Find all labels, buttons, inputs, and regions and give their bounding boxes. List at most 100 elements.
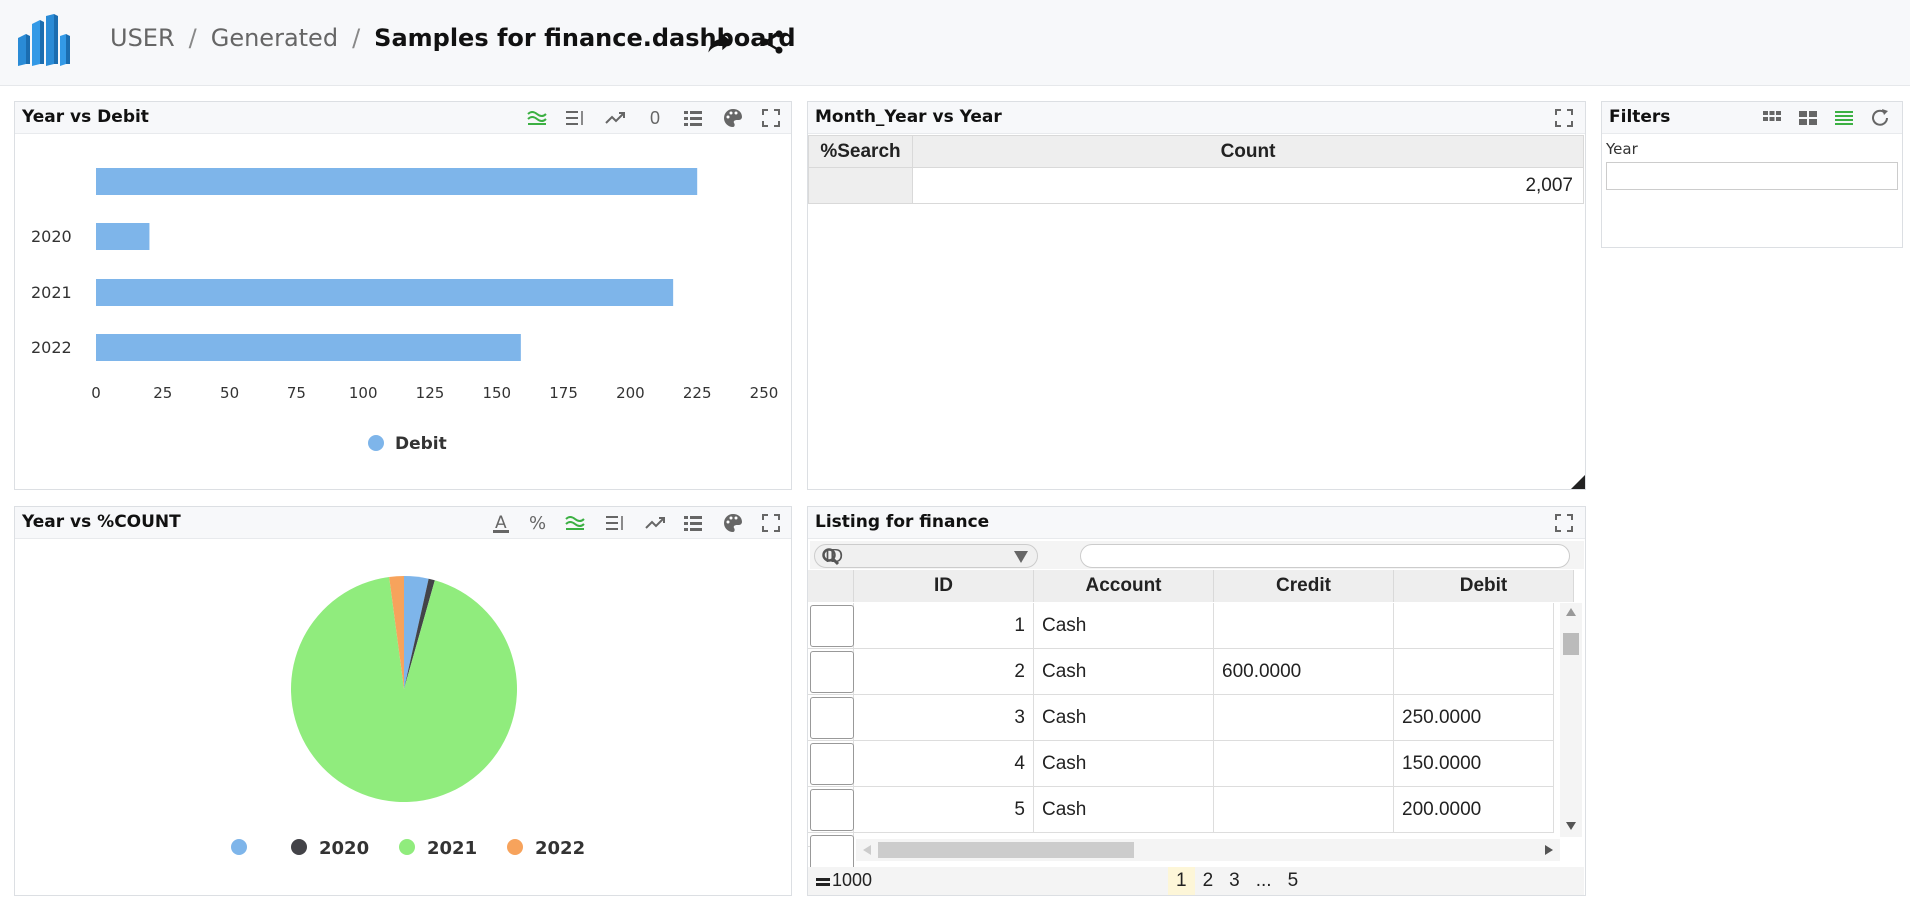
smooth-lines-icon[interactable] xyxy=(525,107,549,129)
listing-panel: Listing for finance ID ID Account Credit… xyxy=(807,506,1586,896)
bar xyxy=(96,168,698,195)
panel-header: Listing for finance xyxy=(808,507,1585,539)
list-view-icon[interactable] xyxy=(681,107,705,129)
select-column-header xyxy=(808,570,854,602)
row-select-checkbox[interactable] xyxy=(808,695,854,741)
scroll-left-icon[interactable] xyxy=(862,844,872,856)
pivot-header-count[interactable]: Count xyxy=(912,135,1584,168)
smooth-lines-icon[interactable] xyxy=(563,512,587,534)
category-label: 2020 xyxy=(31,227,72,246)
pie-chart: 2020 2021 2022 xyxy=(231,576,585,859)
tick-label: 200 xyxy=(616,384,645,402)
tick-label: 250 xyxy=(750,384,779,402)
share-forward-icon[interactable] xyxy=(706,28,734,56)
table-cell: 150.0000 xyxy=(1394,741,1554,787)
resize-handle-icon[interactable] xyxy=(1571,475,1585,489)
row-select-checkbox[interactable] xyxy=(808,741,854,787)
vertical-scroll-thumb[interactable] xyxy=(1563,633,1579,655)
table-cell: 3 xyxy=(854,695,1034,741)
horizontal-scrollbar[interactable] xyxy=(856,839,1560,861)
legend-marker xyxy=(231,839,247,855)
legend-marker xyxy=(507,839,523,855)
list-view-icon[interactable] xyxy=(681,512,705,534)
value-count-toggle[interactable]: 0 xyxy=(643,107,667,129)
pivot-header-search[interactable]: %Search xyxy=(808,135,913,168)
breadcrumb-generated[interactable]: Generated xyxy=(211,24,338,52)
table-cell: 200.0000 xyxy=(1394,787,1554,833)
pagination-bar: 1000 1 2 3... 5 xyxy=(808,867,1584,895)
trend-line-icon[interactable] xyxy=(643,512,667,534)
panel-header: Filters xyxy=(1602,102,1902,134)
list-lines-icon[interactable] xyxy=(1832,107,1856,129)
column-header-credit[interactable]: Credit xyxy=(1214,570,1394,602)
table-cell: Cash xyxy=(1034,741,1214,787)
table-row[interactable]: 5 Cash 200.0000 xyxy=(808,787,1554,833)
legend-label: 2022 xyxy=(535,838,585,859)
app-logo-icon[interactable] xyxy=(16,14,70,66)
page-link[interactable]: 3 xyxy=(1221,867,1248,895)
row-select-checkbox[interactable] xyxy=(808,787,854,833)
page-link[interactable]: 2 xyxy=(1195,867,1222,895)
percent-icon[interactable]: % xyxy=(525,512,549,534)
palette-icon[interactable] xyxy=(721,107,745,129)
fullscreen-icon[interactable] xyxy=(759,107,783,129)
page-links: 1 2 3... 5 xyxy=(1168,867,1306,895)
legend-marker xyxy=(368,435,384,451)
scroll-down-icon[interactable] xyxy=(1565,821,1577,831)
refresh-icon[interactable] xyxy=(1868,107,1892,129)
tick-label: 150 xyxy=(482,384,511,402)
table-row[interactable]: 4 Cash 150.0000 xyxy=(808,741,1554,787)
trend-line-icon[interactable] xyxy=(603,107,627,129)
pivot-table: %Search Count 2,007 xyxy=(808,135,1584,204)
category-label: 2021 xyxy=(31,283,72,302)
bar xyxy=(96,334,521,361)
sort-list-icon[interactable] xyxy=(563,107,587,129)
horizontal-scroll-thumb[interactable] xyxy=(878,842,1134,858)
vertical-scrollbar[interactable] xyxy=(1560,603,1582,837)
share-icon[interactable] xyxy=(758,28,786,56)
fullscreen-icon[interactable] xyxy=(1552,512,1576,534)
legend-marker xyxy=(399,839,415,855)
table-cell: 250.0000 xyxy=(1394,695,1554,741)
tick-label: 75 xyxy=(287,384,306,402)
table-row[interactable]: 3 Cash 250.0000 xyxy=(808,695,1554,741)
search-field-select[interactable]: ID xyxy=(814,544,1038,568)
page-link[interactable]: 1 xyxy=(1168,867,1195,895)
tick-label: 125 xyxy=(416,384,445,402)
page-size-icon xyxy=(816,878,830,886)
table-cell xyxy=(1214,695,1394,741)
breadcrumb-user[interactable]: USER xyxy=(110,24,175,52)
column-header-id[interactable]: ID xyxy=(854,570,1034,602)
sort-list-icon[interactable] xyxy=(603,512,627,534)
page-size-selector[interactable]: 1000 xyxy=(816,870,872,891)
panel-header: Month_Year vs Year xyxy=(808,102,1585,134)
fullscreen-icon[interactable] xyxy=(759,512,783,534)
year-filter-label: Year xyxy=(1606,140,1638,158)
page-size-value: 1000 xyxy=(832,870,873,890)
filters-panel: Filters Year xyxy=(1601,101,1903,248)
table-cell: Cash xyxy=(1034,603,1214,649)
table-row[interactable]: 2 Cash 600.0000 xyxy=(808,649,1554,695)
text-color-icon[interactable]: A xyxy=(489,512,513,534)
search-input[interactable] xyxy=(1080,544,1570,568)
svg-text:%: % xyxy=(529,513,546,534)
row-select-checkbox[interactable] xyxy=(808,833,854,877)
pie-chart-panel: Year vs %COUNT A % 2020 2021 2022 xyxy=(14,506,792,896)
grid-large-icon[interactable] xyxy=(1760,107,1784,129)
table-row[interactable] xyxy=(808,833,854,877)
table-row[interactable]: 1 Cash xyxy=(808,603,1554,649)
grid-small-icon[interactable] xyxy=(1796,107,1820,129)
palette-icon[interactable] xyxy=(721,512,745,534)
page-link[interactable]: 5 xyxy=(1280,867,1307,895)
category-label: 2022 xyxy=(31,338,72,357)
tick-label: 50 xyxy=(220,384,239,402)
legend-marker xyxy=(291,839,307,855)
fullscreen-icon[interactable] xyxy=(1552,107,1576,129)
row-select-checkbox[interactable] xyxy=(808,603,854,649)
year-filter-input[interactable] xyxy=(1606,162,1898,190)
row-select-checkbox[interactable] xyxy=(808,649,854,695)
column-header-account[interactable]: Account xyxy=(1034,570,1214,602)
scroll-up-icon[interactable] xyxy=(1565,607,1577,617)
scroll-right-icon[interactable] xyxy=(1544,844,1554,856)
column-header-debit[interactable]: Debit xyxy=(1394,570,1574,602)
